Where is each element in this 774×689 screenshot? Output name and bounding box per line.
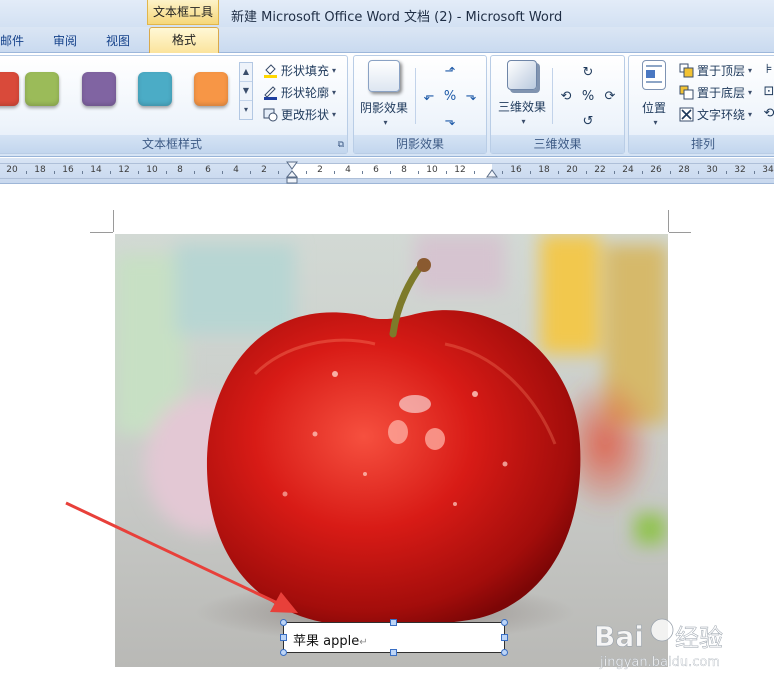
word-window: 文本框工具 新建 Microsoft Office Word 文档 (2) - … [0, 0, 774, 689]
svg-text:jingyan.baidu.com: jingyan.baidu.com [599, 655, 720, 670]
resize-handle-left[interactable] [280, 634, 287, 641]
text-box-content[interactable]: 苹果 apple↵ [293, 630, 368, 649]
resize-handle-top-right[interactable] [501, 619, 508, 626]
resize-handle-top-left[interactable] [280, 619, 287, 626]
svg-text:Bai: Bai [594, 620, 644, 653]
annotation-arrow [65, 501, 298, 613]
resize-handle-right[interactable] [501, 634, 508, 641]
resize-handle-top[interactable] [390, 619, 397, 626]
svg-text:经验: 经验 [675, 624, 723, 652]
baidu-jingyan-watermark: Bai 经验 jingyan.baidu.com [594, 618, 723, 670]
resize-handle-bottom-right[interactable] [501, 649, 508, 656]
resize-handle-bottom[interactable] [390, 649, 397, 656]
resize-handle-bottom-left[interactable] [280, 649, 287, 656]
